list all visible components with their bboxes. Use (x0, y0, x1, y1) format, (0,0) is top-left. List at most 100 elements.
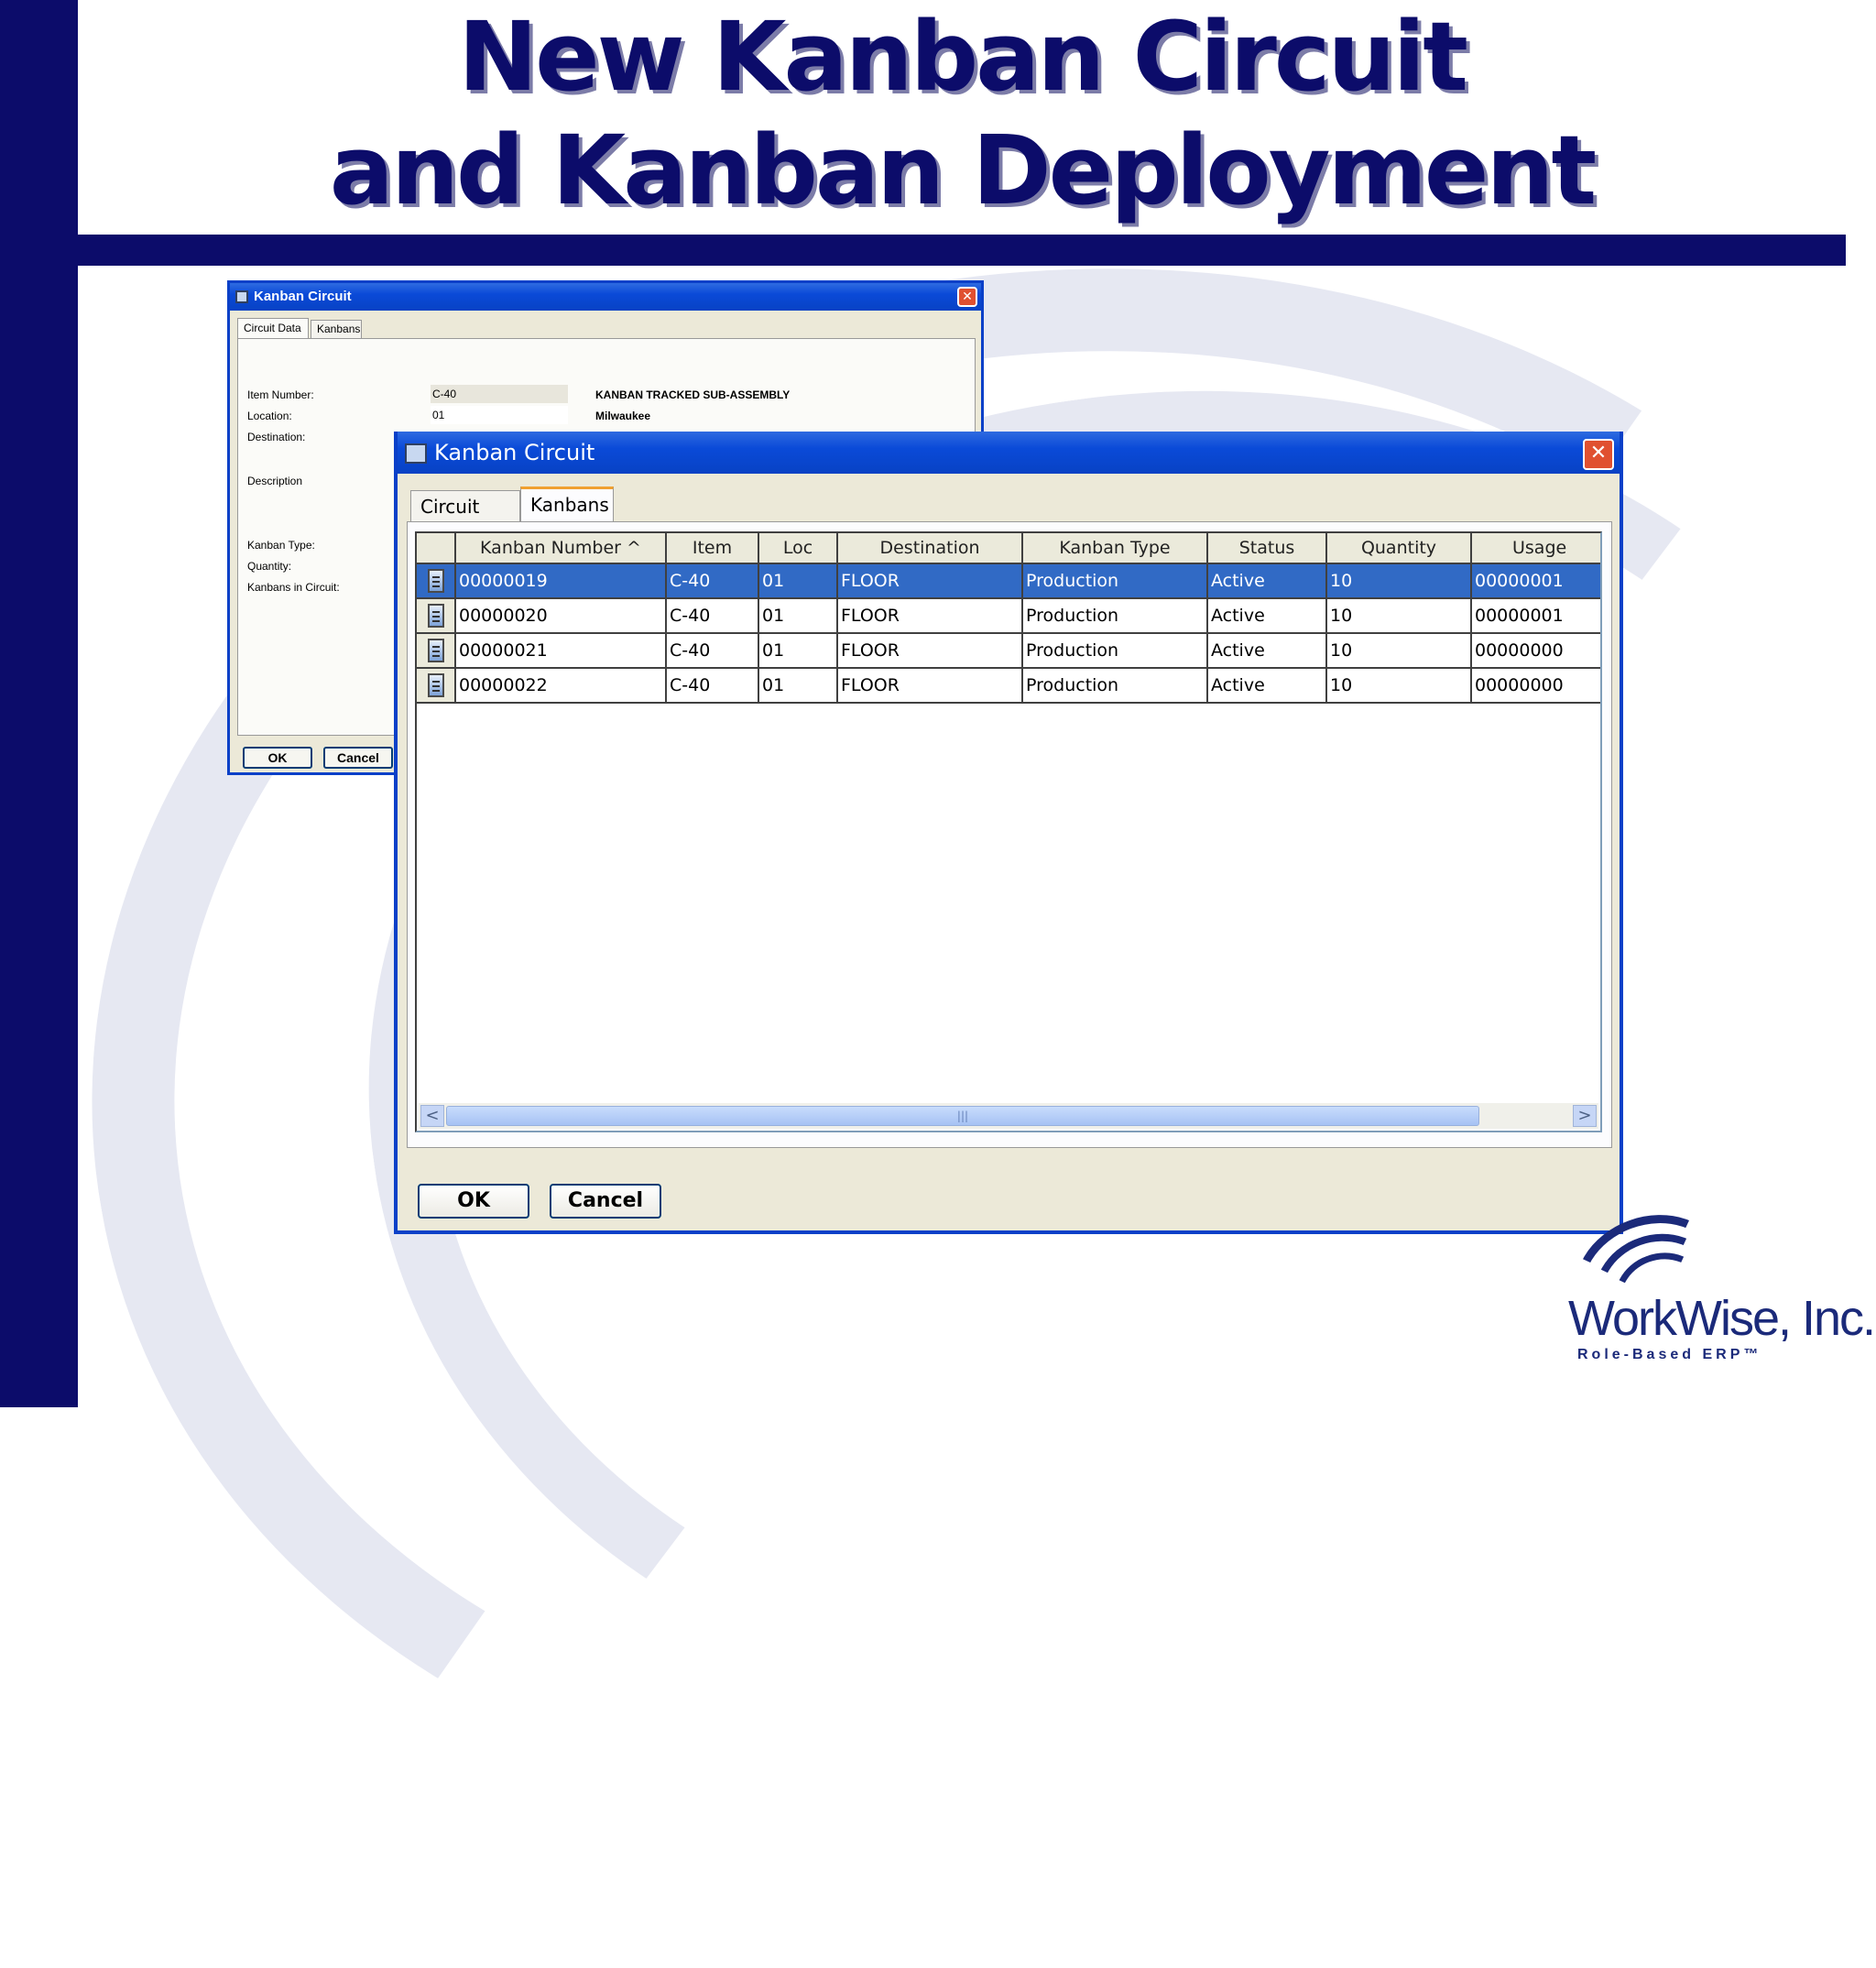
tab-kanbans[interactable]: Kanbans (520, 487, 614, 521)
cell-kanban-number: 00000022 (455, 668, 667, 704)
destination-label: Destination: (247, 431, 306, 443)
cell-kanban-number: 00000020 (455, 598, 667, 634)
kanban-type-label: Kanban Type: (247, 539, 315, 552)
cell-kanban-type: Production (1022, 563, 1208, 599)
item-description-value: KANBAN TRACKED SUB-ASSEMBLY (595, 388, 791, 401)
column-header-kanban-number[interactable]: Kanban Number ^ (455, 533, 667, 564)
column-header-usage[interactable]: Usage (1471, 533, 1600, 564)
cell-quantity: 10 (1326, 668, 1472, 704)
cell-destination: FLOOR (837, 563, 1023, 599)
location-name-value: Milwaukee (595, 410, 651, 422)
row-selector[interactable] (417, 668, 456, 704)
item-number-field[interactable]: C-40 (431, 385, 568, 403)
slide-left-bar (0, 0, 78, 1407)
cell-usage: 00000001 (1471, 563, 1600, 599)
window-icon (405, 443, 427, 464)
cell-kanban-type: Production (1022, 633, 1208, 669)
cell-kanban-type: Production (1022, 668, 1208, 704)
table-row[interactable]: 00000021 C-40 01 FLOOR Production Active… (417, 633, 1600, 669)
back-cancel-button[interactable]: Cancel (323, 747, 393, 769)
row-selector[interactable] (417, 598, 456, 634)
cell-loc: 01 (758, 668, 838, 704)
logo-company-name: WorkWise, Inc. (1568, 1291, 1876, 1346)
window-icon (235, 290, 248, 303)
document-icon (427, 673, 444, 697)
cell-kanban-number: 00000019 (455, 563, 667, 599)
cell-status: Active (1207, 563, 1327, 599)
cell-usage: 00000000 (1471, 633, 1600, 669)
table-row[interactable]: 00000019 C-40 01 FLOOR Production Active… (417, 563, 1600, 599)
cell-item: C-40 (666, 563, 759, 599)
logo-tagline: Role-Based ERP™ (1577, 1347, 1762, 1362)
cell-kanban-number: 00000021 (455, 633, 667, 669)
column-header-destination[interactable]: Destination (837, 533, 1023, 564)
front-kanban-circuit-window: Kanban Circuit ✕ Circuit Data Kanbans Ka… (394, 432, 1623, 1234)
row-selector-header (417, 533, 456, 564)
slide-title-line-2: and Kanban Deployment (329, 115, 1597, 226)
kanbans-grid[interactable]: Kanban Number ^ Item Loc Destination Kan… (415, 531, 1602, 1132)
slide-title-line-1: New Kanban Circuit (458, 1, 1468, 113)
cell-loc: 01 (758, 633, 838, 669)
location-field[interactable]: 01 (431, 406, 568, 424)
cell-destination: FLOOR (837, 633, 1023, 669)
cell-quantity: 10 (1326, 598, 1472, 634)
cell-status: Active (1207, 598, 1327, 634)
back-ok-button[interactable]: OK (243, 747, 312, 769)
workwise-logo: WorkWise, Inc. Role-Based ERP™ (1556, 1194, 1876, 1371)
cell-status: Active (1207, 633, 1327, 669)
back-window-titlebar[interactable]: Kanban Circuit ✕ (230, 283, 981, 311)
cell-status: Active (1207, 668, 1327, 704)
kanbans-table: Kanban Number ^ Item Loc Destination Kan… (417, 533, 1600, 704)
row-selector[interactable] (417, 563, 456, 599)
column-header-quantity[interactable]: Quantity (1326, 533, 1472, 564)
scrollbar-thumb[interactable]: ||| (446, 1106, 1479, 1126)
cell-item: C-40 (666, 668, 759, 704)
kanbans-panel: Kanban Number ^ Item Loc Destination Kan… (407, 521, 1612, 1148)
cell-destination: FLOOR (837, 598, 1023, 634)
close-icon: ✕ (962, 290, 973, 304)
table-row[interactable]: 00000020 C-40 01 FLOOR Production Active… (417, 598, 1600, 634)
cell-destination: FLOOR (837, 668, 1023, 704)
grid-header-row: Kanban Number ^ Item Loc Destination Kan… (417, 533, 1600, 564)
cell-item: C-40 (666, 598, 759, 634)
kanbans-in-circuit-label: Kanbans in Circuit: (247, 581, 340, 594)
back-tab-circuit-data[interactable]: Circuit Data (237, 318, 309, 338)
location-label: Location: (247, 410, 292, 422)
cell-loc: 01 (758, 598, 838, 634)
cell-kanban-type: Production (1022, 598, 1208, 634)
item-number-label: Item Number: (247, 388, 314, 401)
column-header-loc[interactable]: Loc (758, 533, 838, 564)
ok-button[interactable]: OK (418, 1184, 529, 1219)
back-window-title: Kanban Circuit (254, 289, 352, 304)
scroll-right-button[interactable]: > (1573, 1105, 1597, 1127)
front-window-titlebar[interactable]: Kanban Circuit ✕ (398, 432, 1620, 474)
front-window-title: Kanban Circuit (434, 440, 595, 465)
front-window-close-button[interactable]: ✕ (1583, 439, 1614, 470)
back-window-close-button[interactable]: ✕ (957, 287, 977, 307)
cell-item: C-40 (666, 633, 759, 669)
tab-circuit-data[interactable]: Circuit Data (410, 490, 520, 549)
back-tab-kanbans[interactable]: Kanbans (311, 320, 362, 338)
close-icon: ✕ (1589, 442, 1608, 465)
grip-icon: ||| (956, 1110, 969, 1122)
slide-title: New Kanban Circuit and Kanban Deployment (78, 0, 1846, 227)
scroll-left-button[interactable]: < (420, 1105, 444, 1127)
cell-loc: 01 (758, 563, 838, 599)
document-icon (427, 569, 444, 593)
column-header-item[interactable]: Item (666, 533, 759, 564)
cell-quantity: 10 (1326, 563, 1472, 599)
document-icon (427, 604, 444, 628)
cell-usage: 00000001 (1471, 598, 1600, 634)
description-label: Description (247, 475, 303, 487)
chevron-right-icon: > (1577, 1106, 1592, 1125)
column-header-kanban-type[interactable]: Kanban Type (1022, 533, 1208, 564)
cell-quantity: 10 (1326, 633, 1472, 669)
table-row[interactable]: 00000022 C-40 01 FLOOR Production Active… (417, 668, 1600, 704)
cell-usage: 00000000 (1471, 668, 1600, 704)
row-selector[interactable] (417, 633, 456, 669)
document-icon (427, 639, 444, 662)
horizontal-scrollbar[interactable]: < ||| > (419, 1103, 1598, 1129)
column-header-status[interactable]: Status (1207, 533, 1327, 564)
cancel-button[interactable]: Cancel (550, 1184, 661, 1219)
chevron-left-icon: < (425, 1106, 440, 1125)
